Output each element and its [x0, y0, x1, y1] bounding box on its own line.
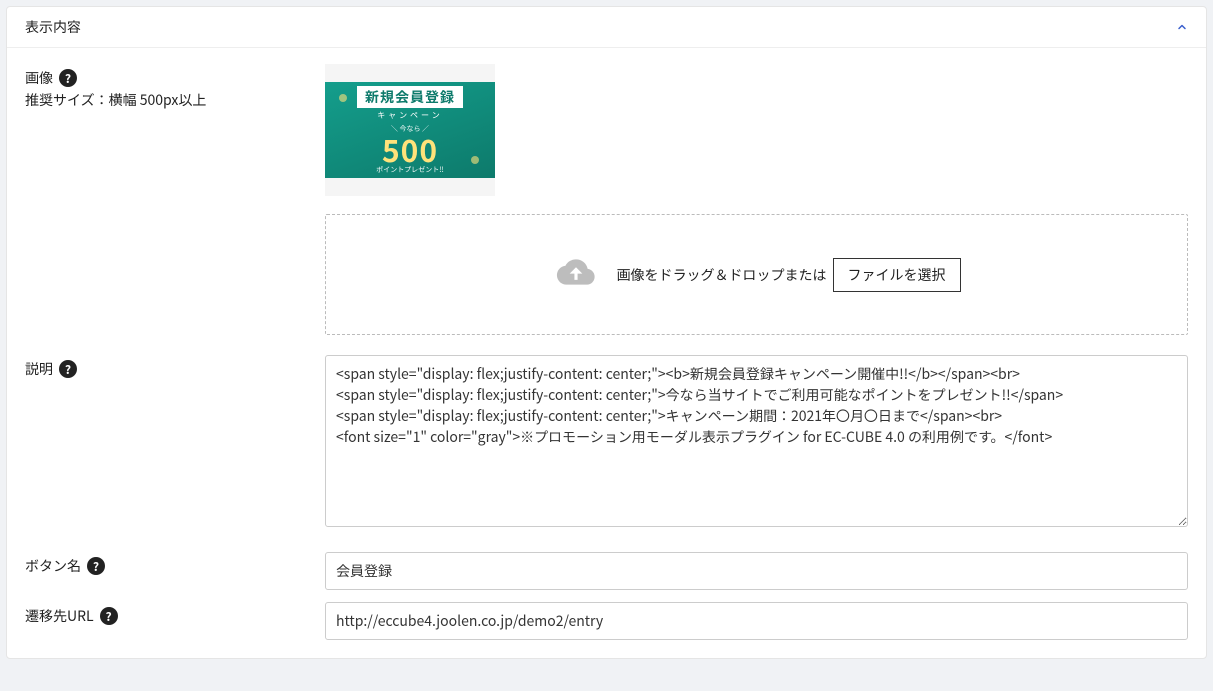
file-select-button[interactable]: ファイルを選択 [833, 258, 961, 292]
row-button-name: ボタン名 ? [25, 552, 1188, 590]
button-name-input[interactable] [325, 552, 1188, 590]
help-icon[interactable]: ? [59, 69, 77, 87]
label-col-description: 説明 ? [25, 355, 325, 379]
label-col-image: 画像 ? 推奨サイズ：横幅 500px以上 [25, 64, 325, 110]
card-body: 画像 ? 推奨サイズ：横幅 500px以上 新規会員登録 キャンペーン ＼ 今な… [7, 48, 1206, 658]
field-col-target-url [325, 602, 1188, 640]
target-url-label: 遷移先URL [25, 606, 94, 626]
help-icon[interactable]: ? [100, 607, 118, 625]
target-url-input[interactable] [325, 602, 1188, 640]
image-label: 画像 [25, 68, 53, 88]
row-description: 説明 ? [25, 355, 1188, 532]
banner-midnote: ＼ 今なら ／ [391, 124, 429, 134]
banner-subline: キャンペーン [377, 110, 443, 121]
button-name-label: ボタン名 [25, 556, 81, 576]
upload-cloud-icon [553, 253, 599, 296]
row-image: 画像 ? 推奨サイズ：横幅 500px以上 新規会員登録 キャンペーン ＼ 今な… [25, 64, 1188, 335]
help-icon[interactable]: ? [59, 360, 77, 378]
label-col-button-name: ボタン名 ? [25, 552, 325, 576]
image-dropzone[interactable]: 画像をドラッグ＆ドロップまたは ファイルを選択 [325, 214, 1188, 335]
image-preview-wrap: 新規会員登録 キャンペーン ＼ 今なら ／ 500 ポイントプレゼント!! [325, 64, 495, 196]
image-recommend: 推奨サイズ：横幅 500px以上 [25, 90, 325, 110]
card-title: 表示内容 [25, 17, 81, 37]
field-col-image: 新規会員登録 キャンペーン ＼ 今なら ／ 500 ポイントプレゼント!! 画像… [325, 64, 1188, 335]
banner-topline: 新規会員登録 [357, 86, 463, 108]
card-header[interactable]: 表示内容 [7, 7, 1206, 48]
field-col-description [325, 355, 1188, 532]
drop-text: 画像をドラッグ＆ドロップまたは [617, 265, 827, 285]
banner-bignum: 500 [382, 134, 438, 164]
display-content-card: 表示内容 画像 ? 推奨サイズ：横幅 500px以上 新規会員登録 キャンペーン [6, 6, 1207, 659]
banner-bottomnote: ポイントプレゼント!! [376, 165, 444, 175]
chevron-up-icon [1176, 18, 1188, 37]
image-preview-banner: 新規会員登録 キャンペーン ＼ 今なら ／ 500 ポイントプレゼント!! [325, 82, 495, 178]
row-target-url: 遷移先URL ? [25, 602, 1188, 640]
label-col-target-url: 遷移先URL ? [25, 602, 325, 626]
field-col-button-name [325, 552, 1188, 590]
description-textarea[interactable] [325, 355, 1188, 527]
description-label: 説明 [25, 359, 53, 379]
help-icon[interactable]: ? [87, 557, 105, 575]
